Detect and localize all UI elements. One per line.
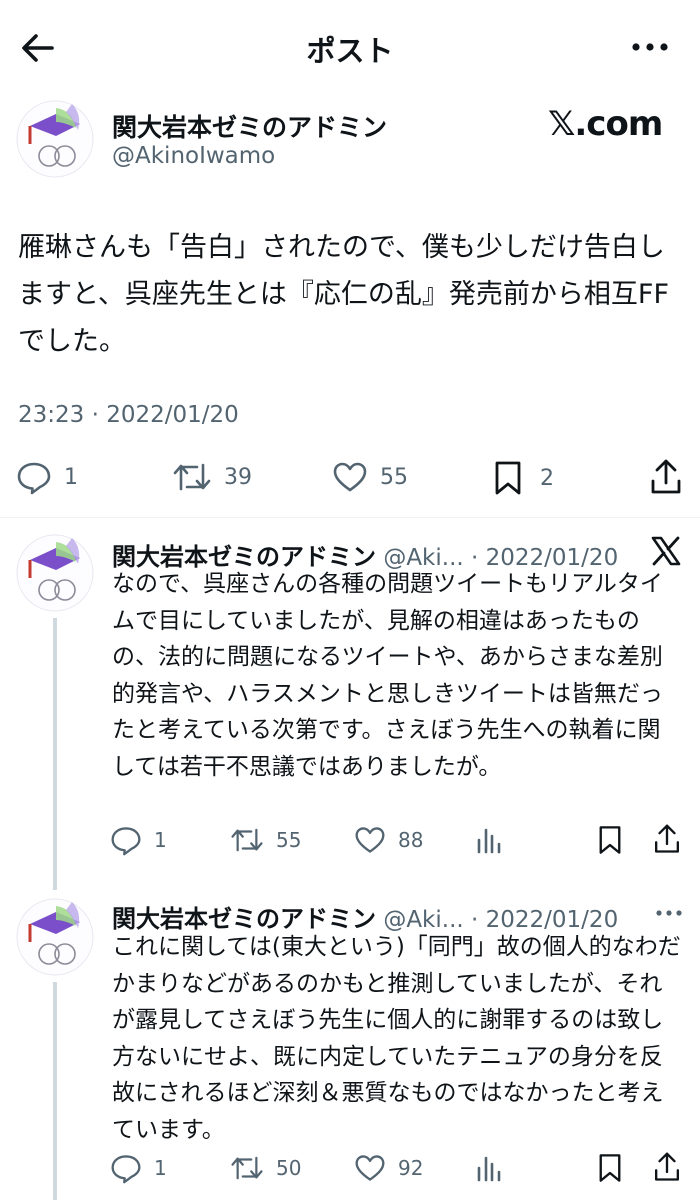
x-logo-icon [651,536,681,566]
reply-count: 1 [154,1156,167,1180]
avatar[interactable] [16,898,94,976]
top-bar: ポスト [0,0,700,92]
reply-count: 1 [64,464,78,490]
divider [0,517,700,518]
bookmark-button[interactable]: 2 [492,459,554,497]
repost-count: 50 [276,1156,302,1180]
repost-icon [231,828,263,852]
repost-button[interactable]: 55 [230,824,301,856]
reply-icon [111,1155,141,1184]
more-options-button[interactable] [630,32,670,62]
post-timestamp[interactable]: 23:23 · 2022/01/20 [18,402,239,428]
like-button[interactable]: 92 [354,1152,423,1184]
reply-button[interactable]: 1 [16,459,78,495]
analytics-icon [477,828,501,854]
bookmark-button[interactable] [596,824,624,856]
like-count: 92 [398,1156,424,1180]
heart-icon [355,827,385,853]
analytics-button[interactable] [476,1154,502,1182]
share-button[interactable] [652,822,682,856]
page-title: ポスト [306,34,394,68]
reply-button[interactable]: 1 [110,1152,167,1184]
more-icon [656,910,682,916]
reply-button[interactable]: 1 [110,824,167,856]
avatar[interactable] [16,534,94,612]
repost-count: 55 [276,828,302,852]
reply-icon [111,827,141,856]
share-icon [655,824,679,853]
like-count: 88 [398,828,424,852]
author-name[interactable]: 関大岩本ゼミのアドミン [112,108,387,144]
bookmark-button[interactable] [596,1152,624,1184]
thread-line [53,618,57,890]
like-button[interactable]: 88 [354,824,423,856]
share-icon [655,1152,679,1181]
more-horizontal-icon [632,43,668,51]
repost-icon [231,1156,263,1180]
repost-icon [173,463,211,491]
heart-icon [333,462,367,492]
analytics-button[interactable] [476,826,502,854]
share-button[interactable] [652,1150,682,1184]
share-icon [651,459,681,494]
bookmark-icon [599,826,621,854]
source-label: 𝕏.com [548,104,663,144]
author-handle[interactable]: @AkinoIwamo [112,143,275,169]
reply-text: これに関しては(東大という)「同門」故の個人的なわだかまりなどがあるのかもと推測… [112,934,681,1143]
share-button[interactable] [648,457,684,497]
avatar[interactable] [16,100,94,178]
thread-line [53,982,57,1200]
like-button[interactable]: 55 [332,459,408,495]
post-text: 雁琳さんも「告白」されたので、僕も少しだけ告白しますと、呉座先生とは『応仁の乱』… [18,232,669,357]
repost-count: 39 [224,464,252,490]
repost-button[interactable]: 39 [172,459,252,495]
like-count: 55 [380,464,408,490]
analytics-icon [477,1156,501,1182]
bookmark-count: 2 [540,465,554,491]
bookmark-icon [495,461,521,495]
reply-count: 1 [154,828,167,852]
more-options-button[interactable] [654,906,684,920]
bookmark-icon [599,1154,621,1182]
heart-icon [355,1155,385,1181]
repost-button[interactable]: 50 [230,1152,301,1184]
x-logo-button[interactable] [650,535,682,567]
reply-icon [17,462,51,495]
reply-text: なので、呉座さんの各種の問題ツイートもリアルタイムで目にしていましたが、見解の相… [112,571,663,780]
